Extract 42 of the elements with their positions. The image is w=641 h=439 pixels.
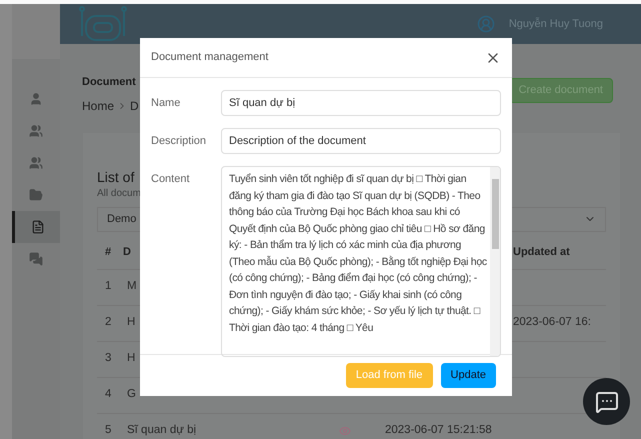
- content-text: Tuyển sinh viên tốt nghiệp đi sĩ quan dự bị □ Thời gian đăng ký tham gia đi đào tạo Sĩ quan dự bị (SQDB) - Theo thông báo của Trường Đại học Bách khoa sau khi có Quyết định của Bộ Quốc phòng giao chỉ tiêu □ Hồ sơ đăng ký: - Bản thẩm tra lý lịch có xác minh của địa phương (Theo mẫu của Bộ Quốc phòng); - Bằng tốt nghiệp Đại học (có công chứng); - Bảng điểm đại học (có công chứng); - Đơn tình nguyện đi đào tạo; - Giấy khai sinh (có công chứng); - Giấy khám sức khỏe; - Sơ yếu lý lịch tự thuật. □ Thời gian đào tạo: 4 tháng □ Yêu: [229, 172, 487, 336]
- eye-icon[interactable]: [339, 425, 351, 437]
- table-cell-text: 2: [104, 315, 112, 330]
- table-cell-text: 3: [104, 351, 112, 366]
- text-field[interactable]: Description of the document: [221, 128, 501, 154]
- update-button[interactable]: Update: [440, 363, 496, 388]
- column-header: D: [123, 244, 131, 260]
- users-icon: [29, 124, 43, 138]
- modal-title: Document management: [151, 50, 268, 66]
- table-cell-text: 2023-06-07 15:21:58: [385, 423, 492, 438]
- breadcrumb-link[interactable]: Home: [82, 96, 114, 114]
- robot-logo-icon: [78, 4, 128, 44]
- card-title: List of: [97, 168, 134, 186]
- user-avatar-icon[interactable]: [476, 15, 495, 33]
- table-cell-text: H: [127, 315, 136, 330]
- page-title: Document: [82, 75, 137, 90]
- file-icon: [30, 220, 44, 234]
- field-label: Content: [151, 172, 191, 187]
- table-cell-text: 2023-06-07 16:: [513, 315, 592, 330]
- field-label: Name: [151, 96, 182, 111]
- scrollbar[interactable]: [490, 167, 500, 356]
- comments-icon: [29, 252, 43, 266]
- table-row[interactable]: 5 Sĩ quan dự bị 2023-06-07 15:21:58: [97, 414, 513, 439]
- table-cell-text: 4: [104, 387, 112, 402]
- table-cell-text: G: [127, 387, 136, 402]
- table-cell-text: 1: [104, 279, 112, 294]
- field-label: Description: [151, 134, 208, 149]
- chat-icon: [594, 390, 618, 414]
- user-icon: [29, 92, 43, 106]
- breadcrumb-link[interactable]: D: [130, 96, 139, 114]
- folder-icon: [29, 188, 43, 202]
- users-icon: [29, 156, 43, 170]
- table-cell-text: Sĩ quan dự bị: [127, 423, 196, 438]
- sidebar-item[interactable]: [12, 211, 60, 243]
- column-header: #: [104, 244, 112, 260]
- table-cell-text: 5: [104, 423, 112, 438]
- column-header: Updated at: [513, 244, 570, 260]
- content-textarea[interactable]: [221, 166, 501, 357]
- card-subtitle: All docum: [97, 186, 141, 200]
- table-cell-text: H: [127, 351, 136, 366]
- text-field[interactable]: Sĩ quan dự bị: [221, 90, 501, 116]
- table-cell-text: M: [127, 279, 137, 294]
